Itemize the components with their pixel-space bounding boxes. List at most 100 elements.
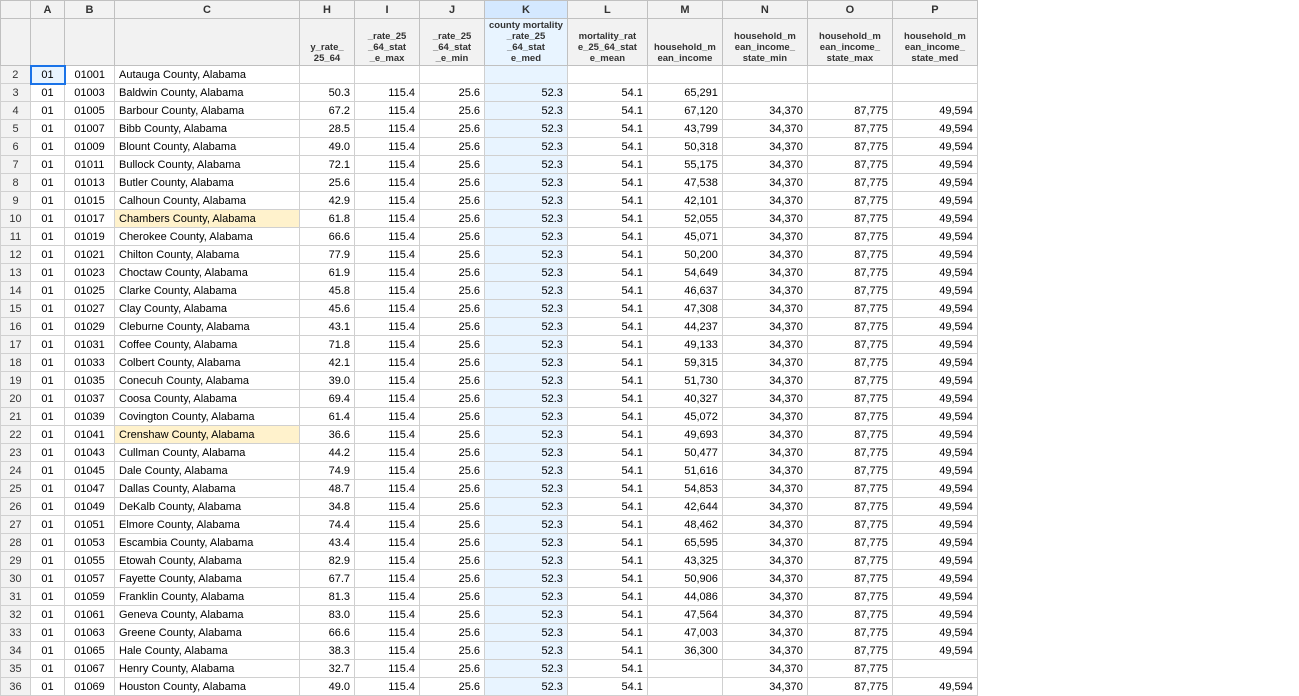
cell-rate-med[interactable]: 52.3 xyxy=(485,102,568,120)
cell-mortality-mean[interactable]: 54.1 xyxy=(567,588,647,606)
cell-yrate[interactable]: 49.0 xyxy=(300,678,355,696)
cell-rate-max[interactable]: 115.4 xyxy=(355,570,420,588)
cell-rate-min[interactable]: 25.6 xyxy=(420,138,485,156)
cell-mortality-mean[interactable]: 54.1 xyxy=(567,300,647,318)
cell-B[interactable]: 01063 xyxy=(65,624,115,642)
cell-household-income[interactable]: 59,315 xyxy=(647,354,722,372)
cell-county-name[interactable]: Choctaw County, Alabama xyxy=(115,264,300,282)
cell-household-income[interactable]: 65,291 xyxy=(647,84,722,102)
cell-rate-min[interactable]: 25.6 xyxy=(420,408,485,426)
cell-B[interactable]: 01033 xyxy=(65,354,115,372)
cell-B[interactable]: 01017 xyxy=(65,210,115,228)
cell-yrate[interactable]: 48.7 xyxy=(300,480,355,498)
cell-household-income[interactable]: 54,649 xyxy=(647,264,722,282)
cell-hh-state-med[interactable]: 49,594 xyxy=(892,408,977,426)
cell-yrate[interactable]: 42.1 xyxy=(300,354,355,372)
cell-hh-state-max[interactable]: 87,775 xyxy=(807,678,892,696)
cell-hh-state-med[interactable]: 49,594 xyxy=(892,246,977,264)
cell-A[interactable]: 01 xyxy=(31,192,65,210)
cell-county-name[interactable]: Coosa County, Alabama xyxy=(115,390,300,408)
cell-rate-max[interactable]: 115.4 xyxy=(355,138,420,156)
cell-county-name[interactable]: Autauga County, Alabama xyxy=(115,66,300,84)
cell-B[interactable]: 01023 xyxy=(65,264,115,282)
cell-B[interactable]: 01067 xyxy=(65,660,115,678)
cell-county-name[interactable]: Coffee County, Alabama xyxy=(115,336,300,354)
cell-mortality-mean[interactable]: 54.1 xyxy=(567,642,647,660)
cell-hh-state-med[interactable]: 49,594 xyxy=(892,552,977,570)
cell-yrate[interactable]: 72.1 xyxy=(300,156,355,174)
cell-county-name[interactable]: Etowah County, Alabama xyxy=(115,552,300,570)
cell-A[interactable]: 01 xyxy=(31,228,65,246)
cell-yrate[interactable]: 32.7 xyxy=(300,660,355,678)
cell-household-income[interactable]: 36,300 xyxy=(647,642,722,660)
cell-hh-state-med[interactable]: 49,594 xyxy=(892,264,977,282)
cell-yrate[interactable]: 49.0 xyxy=(300,138,355,156)
cell-county-name[interactable]: Escambia County, Alabama xyxy=(115,534,300,552)
cell-yrate[interactable]: 25.6 xyxy=(300,174,355,192)
cell-hh-state-med[interactable]: 49,594 xyxy=(892,138,977,156)
cell-hh-state-min[interactable]: 34,370 xyxy=(722,606,807,624)
cell-A[interactable]: 01 xyxy=(31,570,65,588)
cell-hh-state-med[interactable]: 49,594 xyxy=(892,624,977,642)
cell-A[interactable]: 01 xyxy=(31,462,65,480)
cell-hh-state-med[interactable]: 49,594 xyxy=(892,120,977,138)
cell-rate-max[interactable]: 115.4 xyxy=(355,318,420,336)
cell-hh-state-min[interactable]: 34,370 xyxy=(722,534,807,552)
cell-hh-state-min[interactable]: 34,370 xyxy=(722,336,807,354)
cell-B[interactable]: 01045 xyxy=(65,462,115,480)
cell-household-income[interactable] xyxy=(647,660,722,678)
cell-B[interactable]: 01061 xyxy=(65,606,115,624)
cell-household-income[interactable]: 48,462 xyxy=(647,516,722,534)
cell-A[interactable]: 01 xyxy=(31,516,65,534)
cell-rate-min[interactable]: 25.6 xyxy=(420,678,485,696)
cell-rate-med[interactable]: 52.3 xyxy=(485,606,568,624)
cell-mortality-mean[interactable]: 54.1 xyxy=(567,210,647,228)
cell-rate-max[interactable]: 115.4 xyxy=(355,282,420,300)
cell-A[interactable]: 01 xyxy=(31,588,65,606)
cell-household-income[interactable]: 44,086 xyxy=(647,588,722,606)
cell-household-income[interactable]: 54,853 xyxy=(647,480,722,498)
cell-rate-max[interactable]: 115.4 xyxy=(355,156,420,174)
cell-B[interactable]: 01011 xyxy=(65,156,115,174)
cell-rate-med[interactable]: 52.3 xyxy=(485,678,568,696)
cell-yrate[interactable]: 82.9 xyxy=(300,552,355,570)
cell-county-name[interactable]: Elmore County, Alabama xyxy=(115,516,300,534)
cell-mortality-mean[interactable]: 54.1 xyxy=(567,138,647,156)
cell-B[interactable]: 01041 xyxy=(65,426,115,444)
cell-rate-min[interactable]: 25.6 xyxy=(420,318,485,336)
cell-hh-state-med[interactable]: 49,594 xyxy=(892,372,977,390)
cell-rate-med[interactable]: 52.3 xyxy=(485,336,568,354)
cell-A[interactable]: 01 xyxy=(31,660,65,678)
cell-hh-state-min[interactable]: 34,370 xyxy=(722,138,807,156)
cell-household-income[interactable] xyxy=(647,678,722,696)
cell-household-income[interactable]: 55,175 xyxy=(647,156,722,174)
cell-yrate[interactable]: 61.8 xyxy=(300,210,355,228)
cell-hh-state-med[interactable]: 49,594 xyxy=(892,588,977,606)
cell-rate-max[interactable]: 115.4 xyxy=(355,444,420,462)
cell-county-name[interactable]: Blount County, Alabama xyxy=(115,138,300,156)
cell-household-income[interactable]: 43,799 xyxy=(647,120,722,138)
cell-A[interactable]: 01 xyxy=(31,84,65,102)
cell-mortality-mean[interactable]: 54.1 xyxy=(567,390,647,408)
cell-rate-med[interactable]: 52.3 xyxy=(485,570,568,588)
cell-hh-state-max[interactable]: 87,775 xyxy=(807,444,892,462)
cell-rate-min[interactable]: 25.6 xyxy=(420,588,485,606)
cell-rate-med[interactable]: 52.3 xyxy=(485,642,568,660)
cell-A[interactable]: 01 xyxy=(31,408,65,426)
cell-hh-state-min[interactable]: 34,370 xyxy=(722,282,807,300)
cell-yrate[interactable]: 81.3 xyxy=(300,588,355,606)
cell-B[interactable]: 01019 xyxy=(65,228,115,246)
cell-A[interactable]: 01 xyxy=(31,336,65,354)
cell-hh-state-med[interactable] xyxy=(892,84,977,102)
cell-rate-min[interactable]: 25.6 xyxy=(420,156,485,174)
cell-hh-state-med[interactable]: 49,594 xyxy=(892,336,977,354)
cell-rate-med[interactable]: 52.3 xyxy=(485,192,568,210)
cell-household-income[interactable]: 49,133 xyxy=(647,336,722,354)
cell-yrate[interactable]: 61.9 xyxy=(300,264,355,282)
cell-A[interactable]: 01 xyxy=(31,354,65,372)
cell-hh-state-med[interactable]: 49,594 xyxy=(892,462,977,480)
cell-hh-state-min[interactable]: 34,370 xyxy=(722,318,807,336)
cell-hh-state-max[interactable]: 87,775 xyxy=(807,174,892,192)
cell-A[interactable]: 01 xyxy=(31,534,65,552)
cell-hh-state-med[interactable]: 49,594 xyxy=(892,678,977,696)
